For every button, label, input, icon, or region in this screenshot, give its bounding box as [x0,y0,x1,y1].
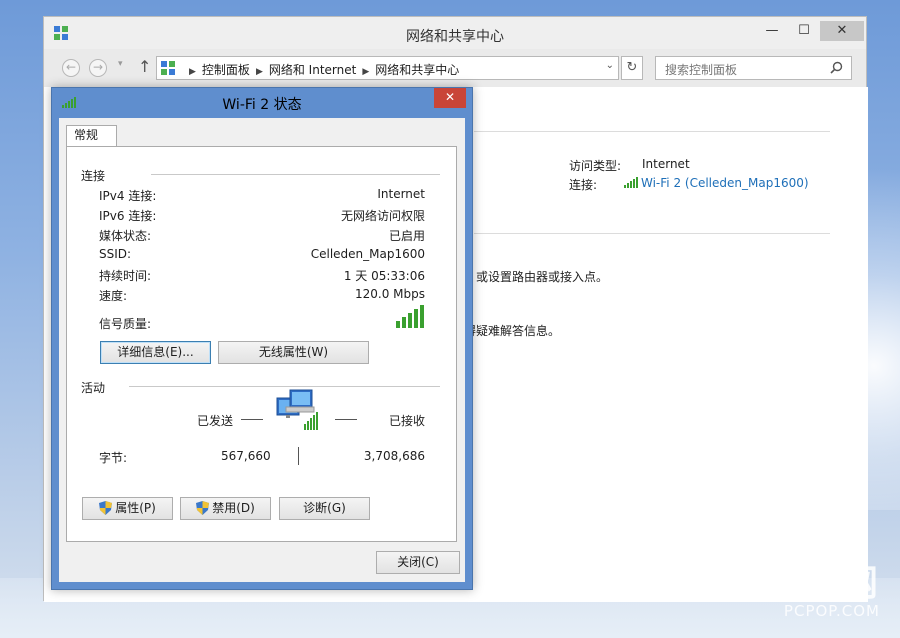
divider [474,233,830,234]
breadcrumb-control-panel[interactable]: 控制面板 [202,63,250,77]
recent-pages-dropdown[interactable]: ▾ [118,59,123,69]
breadcrumb-network-sharing-center[interactable]: 网络和共享中心 [375,63,459,77]
wireless-properties-button[interactable]: 无线属性(W) [218,341,369,364]
signal-quality-label: 信号质量: [99,317,152,331]
divider [474,131,830,132]
speed-label: 速度: [99,289,128,303]
up-button[interactable]: ↑ [138,57,151,76]
activity-divider [298,447,299,465]
refresh-button[interactable]: ↻ [621,56,643,80]
ssid-value: Celleden_Map1600 [310,247,425,261]
network-computer-icon [276,389,318,430]
dialog-body: 常规 连接 IPv4 连接: Internet IPv6 连接: 无网络访问权限… [59,118,465,582]
signal-strength-icon [396,305,424,328]
section-divider [151,174,440,175]
forward-button[interactable]: → [89,59,107,77]
search-icon [830,61,843,74]
disable-button-label: 禁用(D) [212,501,255,515]
access-type-label: 访问类型: [569,159,622,173]
troubleshoot-text-fragment: 得疑难解答信息。 [464,324,561,338]
ipv6-value: 无网络访问权限 [340,209,425,223]
window-title: 网络和共享中心 [406,29,504,45]
media-state-label: 媒体状态: [99,229,152,243]
control-panel-icon [161,61,175,75]
address-field[interactable]: ▶ 控制面板 ▶ 网络和 Internet ▶ 网络和共享中心 ⌄ [156,56,619,80]
wifi-status-dialog: Wi-Fi 2 状态 ✕ 常规 连接 IPv4 连接: Internet IPv… [51,87,473,590]
diagnose-button[interactable]: 诊断(G) [279,497,370,520]
received-label: 已接收 [388,414,425,428]
bytes-sent-value: 567,660 [221,449,271,463]
received-line [335,419,357,420]
properties-button[interactable]: 属性(P) [82,497,173,520]
connection-link-label: Wi-Fi 2 (Celleden_Map1600) [641,176,809,190]
maximize-button[interactable]: ☐ [790,21,818,41]
close-dialog-button[interactable]: 关闭(C) [376,551,460,574]
disable-button[interactable]: 禁用(D) [180,497,271,520]
media-state-value: 已启用 [388,229,425,243]
setup-text-fragment: ；或设置路由器或接入点。 [464,270,609,284]
speed-value: 120.0 Mbps [354,287,425,301]
minimize-button[interactable]: — [758,21,786,41]
connection-link[interactable]: Wi-Fi 2 (Celleden_Map1600) [624,176,809,190]
dialog-close-button[interactable]: ✕ [434,88,466,108]
tab-general[interactable]: 常规 [66,125,117,147]
breadcrumb-network-internet[interactable]: 网络和 Internet [269,63,356,77]
address-bar: ← → ▾ ↑ ▶ 控制面板 ▶ 网络和 Internet ▶ 网络和共享中心 ⌄ ↻ 搜… [44,51,866,85]
ipv6-label: IPv6 连接: [99,209,157,223]
sent-line [241,419,263,420]
main-titlebar[interactable]: 网络和共享中心 — ☐ ✕ [44,17,866,49]
ssid-label: SSID: [99,247,132,261]
wifi-signal-icon [624,177,638,188]
dialog-title: Wi-Fi 2 状态 [222,97,302,113]
duration-label: 持续时间: [99,269,152,283]
uac-shield-icon [196,501,210,515]
access-type-value: Internet [642,157,690,171]
properties-button-label: 属性(P) [115,501,156,515]
watermark-main-text: 泡泡网 [765,563,880,604]
bytes-received-value: 3,708,686 [363,449,425,463]
chevron-down-icon[interactable]: ⌄ [606,60,614,71]
back-button[interactable]: ← [62,59,80,77]
close-button[interactable]: ✕ [820,21,864,41]
search-input[interactable]: 搜索控制面板 [655,56,852,80]
section-divider [129,386,440,387]
connection-section-title: 连接 [81,169,106,183]
breadcrumb: ▶ 控制面板 ▶ 网络和 Internet ▶ 网络和共享中心 [189,63,460,77]
uac-shield-icon [99,501,113,515]
sent-label: 已发送 [197,414,234,428]
search-placeholder: 搜索控制面板 [665,63,738,77]
watermark-sub-text: PCPOP.COM [783,602,880,620]
duration-value: 1 天 05:33:06 [343,269,425,283]
general-tab-panel: 连接 IPv4 连接: Internet IPv6 连接: 无网络访问权限 媒体… [66,146,457,542]
bytes-label: 字节: [99,451,128,465]
activity-section-title: 活动 [81,381,106,395]
ipv4-value: Internet [377,187,425,201]
watermark-logo: 泡泡网 PCPOP.COM [766,554,880,620]
details-button[interactable]: 详细信息(E)... [100,341,211,364]
ipv4-label: IPv4 连接: [99,189,157,203]
connections-label: 连接: [569,178,598,192]
